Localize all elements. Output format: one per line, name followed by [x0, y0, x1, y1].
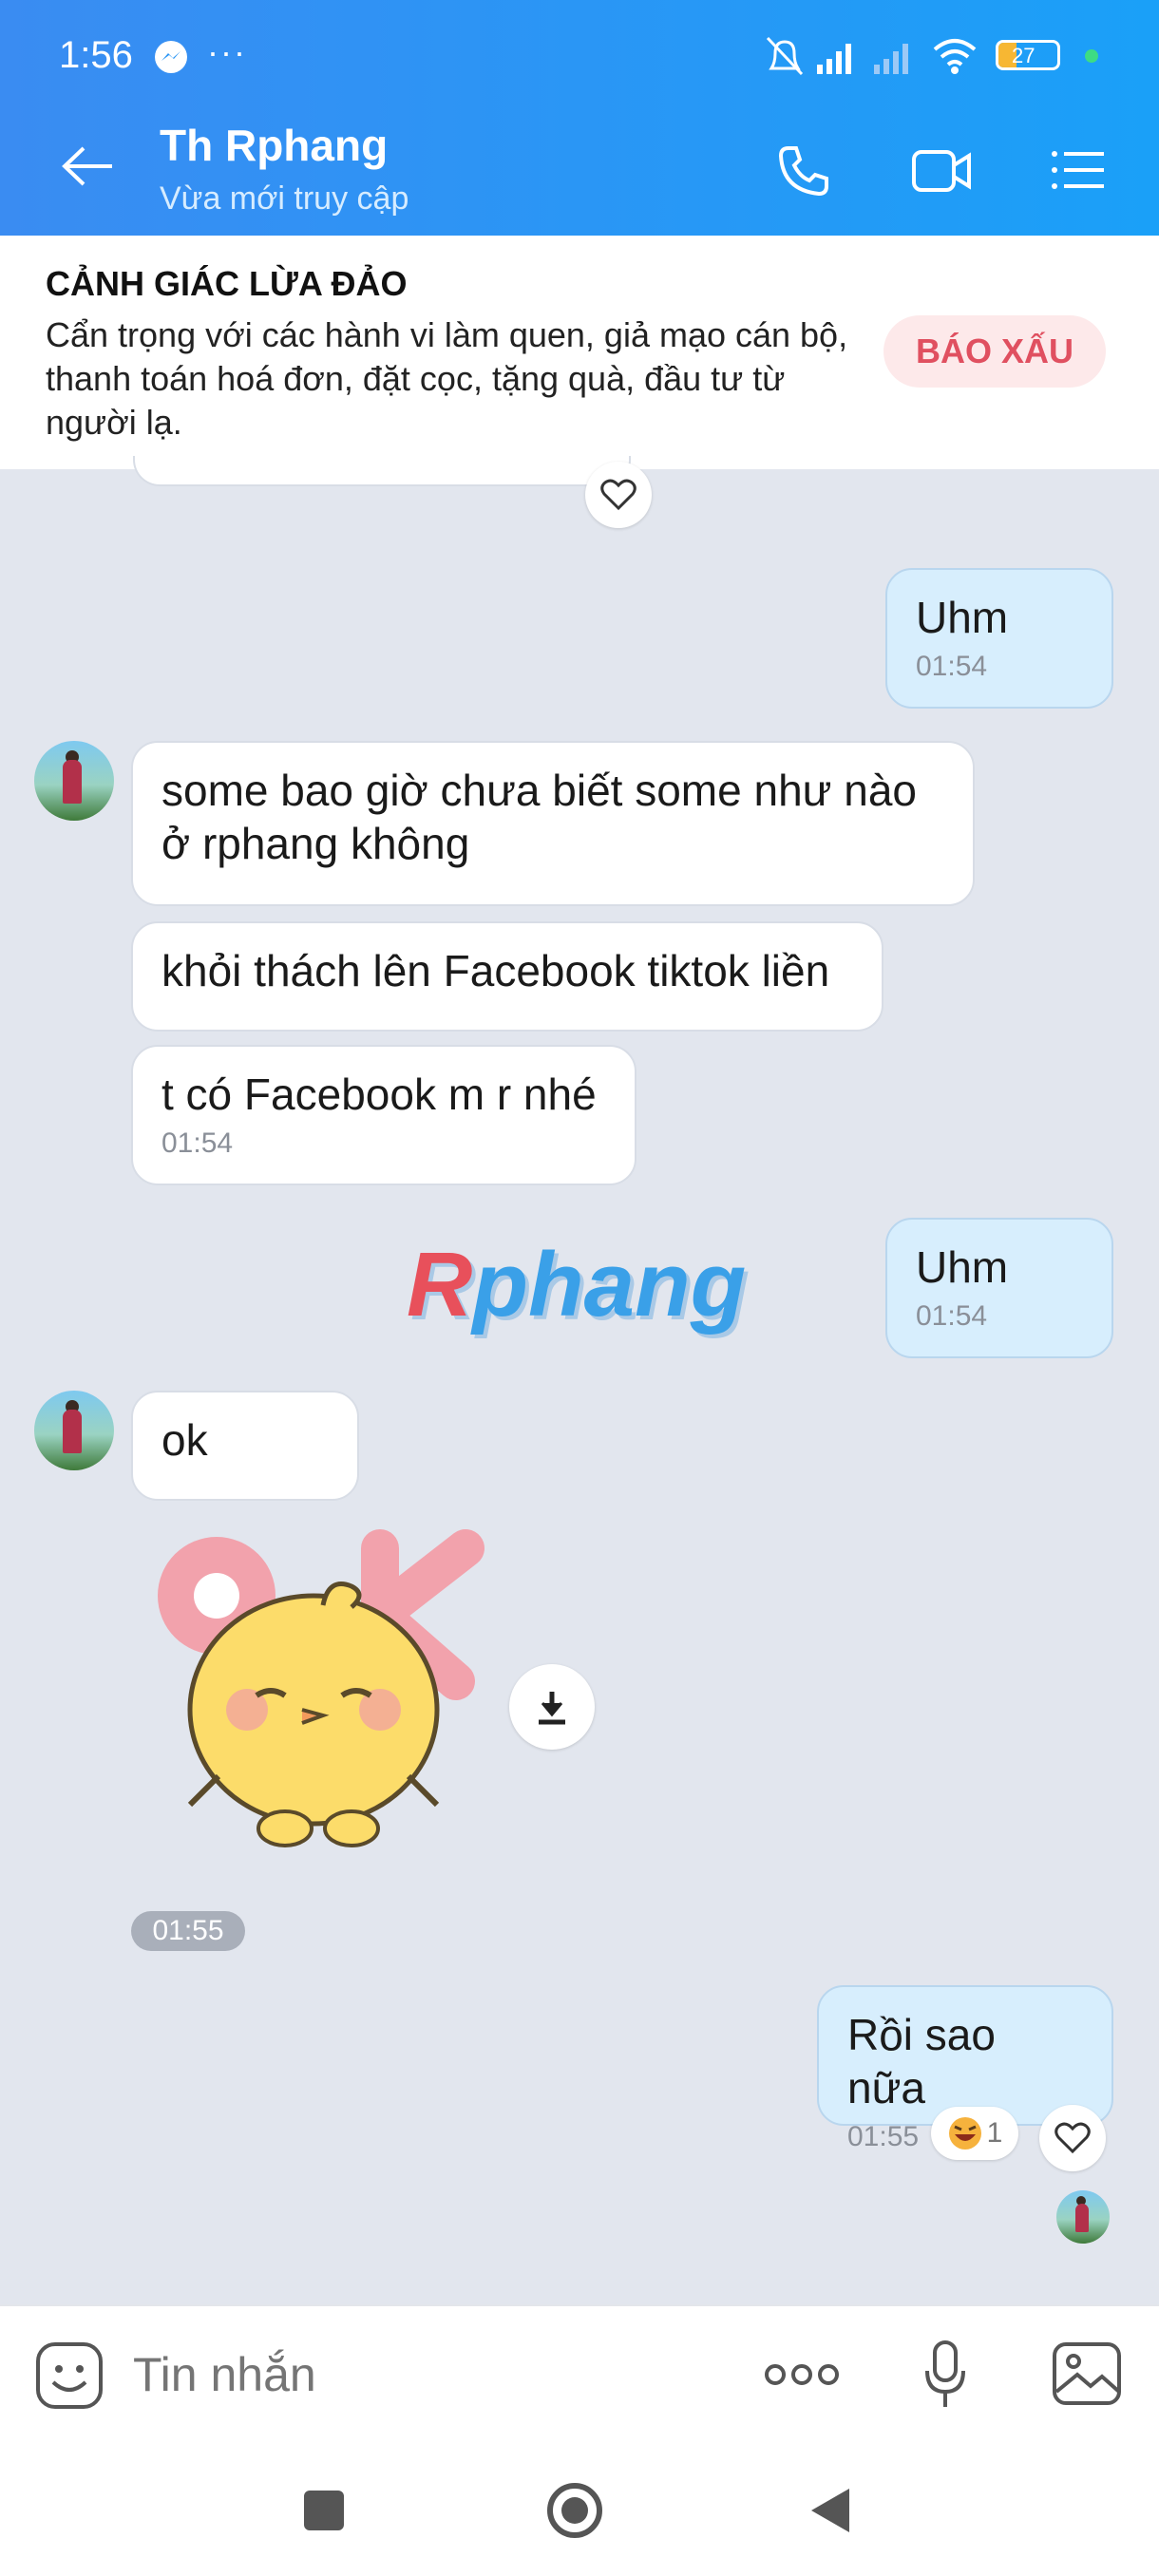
warning-text: Cẩn trọng với các hành vi làm quen, giả …: [46, 315, 848, 442]
video-call-icon[interactable]: [910, 144, 973, 198]
incoming-message[interactable]: some bao giờ chưa biết some như nào ở rp…: [131, 741, 975, 906]
wifi-icon: [933, 39, 977, 74]
heart-icon: [1054, 2122, 1091, 2154]
laugh-emoji-icon: [948, 2117, 981, 2150]
seen-avatar: [1056, 2190, 1110, 2244]
more-options-icon[interactable]: [764, 2358, 840, 2392]
reaction-badge[interactable]: 1: [931, 2107, 1018, 2160]
message-text: t có Facebook m r nhé: [162, 1070, 597, 1119]
message-text: Uhm: [916, 1242, 1009, 1292]
sticker-emoji-icon[interactable]: [34, 2340, 104, 2411]
message-text: ok: [162, 1415, 208, 1465]
message-time: 01:54: [162, 1127, 234, 1159]
more-notifications-icon: ···: [207, 32, 247, 71]
download-icon: [539, 1692, 565, 1725]
message-time: 01:54: [916, 651, 988, 682]
heart-icon: [600, 479, 636, 511]
phone-call-icon[interactable]: [775, 142, 832, 199]
microphone-icon[interactable]: [922, 2339, 969, 2411]
avatar[interactable]: [34, 741, 114, 821]
avatar[interactable]: [34, 1391, 114, 1470]
active-dot: [1085, 49, 1098, 63]
previous-bubble-edge: [133, 456, 631, 486]
battery-level: 27: [1012, 44, 1036, 67]
recent-apps-button[interactable]: [304, 2491, 344, 2530]
outgoing-message[interactable]: Uhm 01:54: [885, 568, 1113, 709]
back-arrow-icon[interactable]: [59, 142, 116, 190]
warning-title: CẢNH GIÁC LỪA ĐẢO: [46, 264, 408, 303]
contact-name[interactable]: Th Rphang: [160, 120, 388, 171]
sticker-time: 01:55: [131, 1911, 245, 1951]
messenger-icon: [155, 41, 187, 73]
message-time: 01:54: [916, 1300, 988, 1332]
silent-bell-icon: [766, 36, 804, 76]
reaction-count: 1: [986, 2117, 1003, 2149]
message-text: some bao giờ chưa biết some như nào ở rp…: [162, 766, 917, 868]
contact-status: Vừa mới truy cập: [160, 180, 409, 217]
signal-2-icon: [874, 44, 908, 74]
report-button[interactable]: BÁO XẤU: [884, 315, 1106, 388]
image-gallery-icon[interactable]: [1051, 2340, 1123, 2407]
message-text: Rồi sao nữa: [847, 2010, 996, 2112]
incoming-message[interactable]: khỏi thách lên Facebook tiktok liền: [131, 921, 884, 1032]
incoming-message[interactable]: t có Facebook m r nhé 01:54: [131, 1045, 636, 1185]
download-button[interactable]: [509, 1664, 595, 1750]
back-button[interactable]: [808, 2485, 853, 2536]
watermark-r: R: [407, 1234, 473, 1335]
signal-icon: [817, 44, 851, 74]
home-button[interactable]: [545, 2481, 604, 2540]
message-text: Uhm: [916, 593, 1009, 642]
outgoing-message[interactable]: Uhm 01:54: [885, 1218, 1113, 1358]
incoming-message[interactable]: ok: [131, 1391, 359, 1501]
message-input[interactable]: [131, 2346, 705, 2403]
message-text: khỏi thách lên Facebook tiktok liền: [162, 946, 830, 995]
battery-icon: 27: [996, 40, 1060, 70]
menu-list-icon[interactable]: [1049, 146, 1106, 194]
like-button[interactable]: [585, 462, 652, 528]
watermark-logo: Rphang: [407, 1234, 747, 1335]
ok-chick-sticker[interactable]: [142, 1520, 504, 1862]
like-button[interactable]: [1039, 2105, 1106, 2171]
status-time: 1:56: [59, 34, 133, 76]
